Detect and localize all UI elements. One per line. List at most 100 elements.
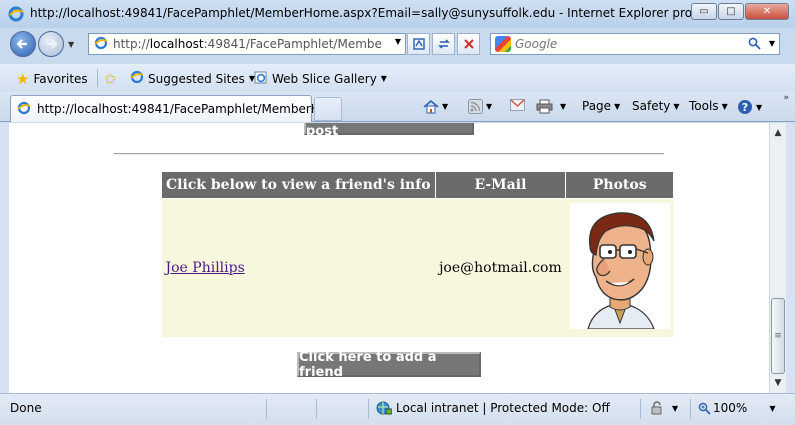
address-url[interactable]: http://localhost:49841/FacePamphlet/Memb…	[113, 37, 383, 51]
zoom-control[interactable]: 100% ▼	[698, 401, 775, 415]
read-mail-button[interactable]	[510, 99, 525, 111]
close-button[interactable]: ✕	[745, 3, 789, 20]
status-separator	[368, 399, 369, 419]
column-header-email: E-Mail	[434, 171, 567, 199]
home-dropdown-icon: ▼	[442, 102, 449, 111]
favorites-button[interactable]: ★ Favorites	[16, 70, 88, 88]
tools-menu[interactable]: Tools ▼	[689, 99, 728, 113]
minimize-button[interactable]: ▭	[691, 3, 717, 20]
ie-icon	[8, 6, 24, 25]
page-menu-dropdown-icon: ▼	[614, 101, 621, 111]
scroll-down-arrow-icon[interactable]: ▼	[770, 375, 786, 391]
print-button[interactable]: ▼	[536, 99, 566, 114]
scroll-thumb[interactable]: ≡	[771, 298, 785, 374]
maximize-button[interactable]: □	[718, 3, 744, 20]
zoom-dropdown-icon: ▼	[769, 403, 776, 413]
scroll-up-arrow-icon[interactable]: ▲	[770, 125, 786, 141]
google-icon	[495, 36, 511, 52]
page-content: Click here to add a post Click below to …	[9, 123, 769, 393]
compatibility-view-button[interactable]	[407, 33, 430, 55]
search-dropdown-icon[interactable]: ▼	[769, 39, 775, 48]
add-to-favorites-button[interactable]: ✩	[104, 70, 121, 88]
protected-mode-icon	[651, 401, 662, 415]
page-icon	[94, 36, 108, 53]
left-frame-edge	[0, 123, 9, 393]
column-header-photos: Photos	[565, 171, 675, 199]
tab-bar: http://localhost:49841/FacePamphlet/Memb…	[0, 92, 795, 122]
url-scheme: http://	[113, 37, 150, 51]
page-menu[interactable]: Page ▼	[582, 99, 620, 113]
forward-arrow-icon	[47, 39, 58, 49]
security-zone-label: Local intranet | Protected Mode: Off	[396, 401, 610, 415]
column-header-friend: Click below to view a friend's info	[161, 171, 436, 199]
status-separator	[690, 399, 691, 419]
address-bar[interactable]: http://localhost:49841/FacePamphlet/Memb…	[88, 33, 406, 55]
suggested-sites-button[interactable]: Suggested Sites ▼	[130, 70, 255, 87]
recent-pages-dropdown-icon[interactable]: ▼	[68, 40, 74, 49]
web-slice-dropdown-icon: ▼	[380, 74, 387, 83]
tab-label: http://localhost:49841/FacePamphlet/Memb…	[37, 102, 332, 116]
home-button[interactable]: ▼	[423, 99, 448, 114]
url-host: localhost	[149, 37, 204, 51]
toolbar-overflow-chevron-icon[interactable]: »	[783, 93, 789, 103]
web-slice-gallery-button[interactable]: Web Slice Gallery ▼	[254, 70, 387, 87]
vertical-scrollbar[interactable]: ▲ ≡ ▼	[769, 123, 786, 393]
add-favorite-star-icon: ✩	[104, 70, 117, 88]
friend-link[interactable]: Joe Phillips	[166, 260, 245, 276]
refresh-icon	[437, 39, 450, 49]
search-icon[interactable]	[748, 37, 761, 53]
protected-mode-dropdown-icon: ▼	[672, 403, 679, 413]
table-row: Joe Phillips joe@hotmail.com	[161, 198, 674, 337]
security-zone[interactable]: Local intranet | Protected Mode: Off	[376, 401, 610, 415]
back-arrow-icon	[16, 39, 27, 49]
add-friend-button[interactable]: Click here to add a friend	[297, 350, 481, 380]
add-post-button[interactable]: Click here to add a post	[304, 123, 474, 139]
intranet-globe-icon	[376, 401, 392, 415]
stop-icon	[463, 39, 474, 49]
svg-text:?: ?	[742, 101, 748, 114]
friend-name-cell: Joe Phillips	[161, 198, 436, 337]
navigation-bar: ▼ http://localhost:49841/FacePamphlet/Me…	[0, 28, 795, 62]
help-icon: ?	[738, 100, 752, 114]
right-frame-edge	[786, 123, 795, 393]
status-separator	[266, 399, 267, 419]
feeds-button[interactable]: ▼	[468, 99, 492, 114]
stop-button[interactable]	[457, 33, 480, 55]
web-slice-label: Web Slice Gallery	[272, 71, 377, 86]
friend-photo-cell	[565, 198, 674, 337]
search-input[interactable]	[515, 37, 745, 51]
mail-icon	[510, 99, 525, 111]
protected-mode-button[interactable]: ▼	[650, 401, 678, 415]
tools-menu-dropdown-icon: ▼	[721, 101, 728, 111]
favorites-bar: ★ Favorites ✩ Suggested Sites ▼ Web Slic…	[0, 64, 795, 92]
help-button[interactable]: ? ▼	[737, 99, 762, 115]
print-dropdown-icon: ▼	[560, 102, 567, 111]
forward-button[interactable]	[38, 31, 64, 57]
safety-menu[interactable]: Safety ▼	[632, 99, 680, 113]
printer-icon	[536, 99, 553, 114]
favorites-label: Favorites	[33, 72, 88, 86]
page-menu-label: Page	[582, 99, 612, 113]
address-dropdown-icon[interactable]: ▼	[395, 37, 401, 46]
rss-feed-icon	[468, 99, 483, 114]
search-box[interactable]: ▼	[490, 33, 780, 55]
browser-tab[interactable]: http://localhost:49841/FacePamphlet/Memb…	[10, 95, 331, 122]
zoom-level: 100%	[713, 401, 748, 415]
home-icon	[423, 99, 439, 114]
safety-menu-label: Safety	[632, 99, 671, 113]
refresh-button[interactable]	[432, 33, 455, 55]
favorites-separator	[97, 69, 98, 87]
suggested-sites-icon	[130, 70, 144, 87]
friends-table: Click below to view a friend's info E-Ma…	[161, 171, 675, 337]
url-path: :49841/FacePamphlet/MemberHom	[203, 37, 383, 51]
suggested-sites-label: Suggested Sites	[148, 71, 245, 86]
new-tab-button[interactable]	[314, 97, 342, 121]
back-button[interactable]	[10, 31, 36, 57]
safety-menu-dropdown-icon: ▼	[673, 101, 680, 111]
status-separator	[640, 399, 641, 419]
table-header-row: Click below to view a friend's info E-Ma…	[161, 171, 675, 199]
star-icon: ★	[16, 70, 30, 88]
tools-menu-label: Tools	[689, 99, 719, 113]
status-separator	[316, 399, 317, 419]
web-slice-icon	[254, 70, 268, 87]
